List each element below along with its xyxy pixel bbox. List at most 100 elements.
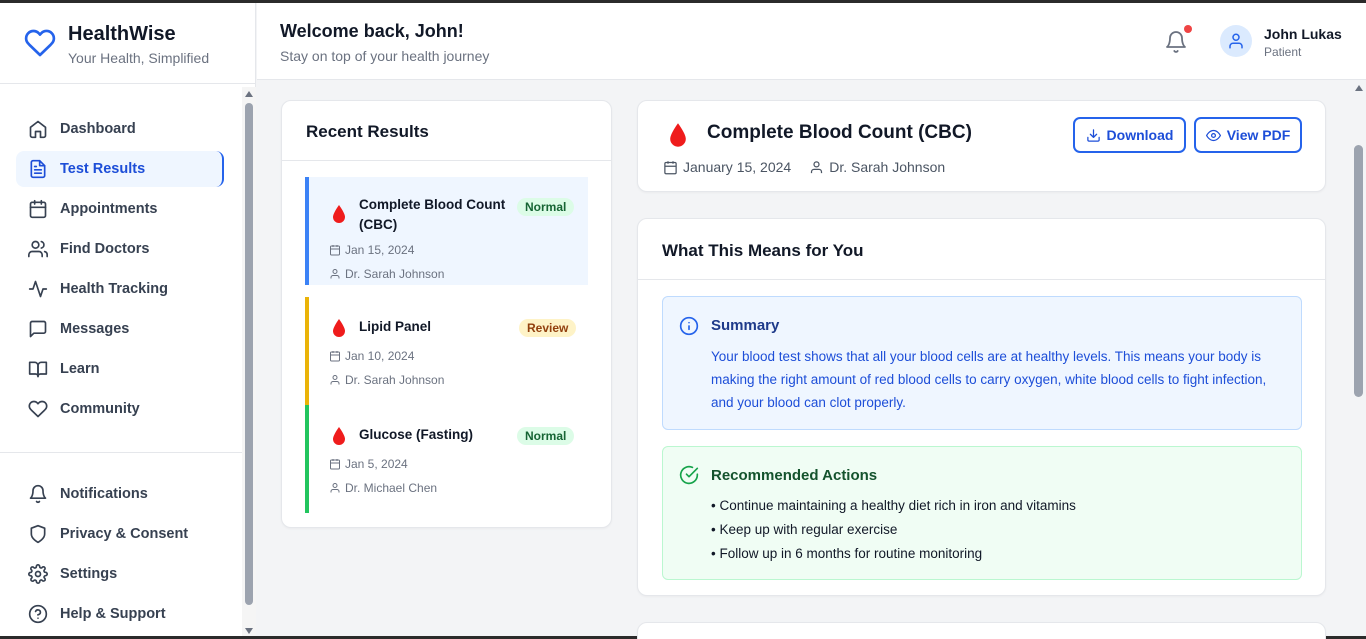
main-scroll-thumb[interactable] bbox=[1354, 145, 1363, 397]
help-icon bbox=[28, 604, 48, 624]
calendar-icon bbox=[28, 199, 48, 219]
calendar-icon bbox=[330, 459, 340, 470]
sidebar-item-label: Learn bbox=[60, 361, 100, 377]
blood-drop-icon bbox=[333, 319, 345, 337]
sidebar-item-label: Notifications bbox=[60, 486, 148, 502]
top-header: Welcome back, John! Stay on top of your … bbox=[257, 3, 1366, 80]
person-icon bbox=[811, 160, 823, 173]
shield-icon bbox=[28, 524, 48, 544]
sidebar-scroll-thumb[interactable] bbox=[245, 103, 253, 605]
sidebar-item-label: Find Doctors bbox=[60, 241, 150, 257]
recent-results-title: Recent Results bbox=[306, 122, 429, 141]
recommended-actions-box: Recommended Actions • Continue maintaini… bbox=[662, 446, 1302, 580]
status-badge: Review bbox=[519, 319, 577, 337]
result-item-cbc[interactable]: Complete Blood Count (CBC) Normal Jan 15… bbox=[305, 177, 588, 285]
sidebar-item-dashboard[interactable]: Dashboard bbox=[16, 111, 224, 147]
scroll-down-arrow-icon[interactable] bbox=[245, 628, 253, 634]
list-item: • Follow up in 6 months for routine moni… bbox=[711, 546, 983, 561]
person-icon bbox=[330, 375, 340, 385]
sidebar-item-label: Dashboard bbox=[60, 121, 136, 137]
scroll-up-arrow-icon[interactable] bbox=[245, 91, 253, 97]
result-date: Jan 15, 2024 bbox=[329, 243, 414, 257]
eye-icon bbox=[1205, 129, 1221, 141]
result-name: Glucose (Fasting) bbox=[359, 427, 474, 442]
sidebar-scrollbar[interactable] bbox=[242, 87, 256, 636]
download-button[interactable]: Download bbox=[1073, 117, 1186, 153]
result-date: Jan 10, 2024 bbox=[329, 349, 414, 363]
sidebar-divider bbox=[0, 452, 242, 453]
message-icon bbox=[28, 319, 48, 339]
gear-icon bbox=[28, 564, 48, 584]
recent-results-card: Recent Results Complete Blood Count (CBC… bbox=[281, 100, 612, 528]
blood-drop-icon bbox=[333, 205, 345, 223]
list-item: • Continue maintaining a healthy diet ri… bbox=[711, 498, 1076, 513]
app-root: HealthWise Your Health, Simplified Dashb… bbox=[0, 3, 1366, 639]
user-icon bbox=[1229, 33, 1243, 49]
result-date: Jan 5, 2024 bbox=[329, 457, 408, 471]
next-card-partial bbox=[637, 622, 1326, 639]
notification-dot bbox=[1184, 25, 1192, 33]
sidebar-item-messages[interactable]: Messages bbox=[16, 311, 224, 347]
sidebar-item-label: Settings bbox=[60, 566, 118, 582]
blood-drop-icon bbox=[333, 427, 345, 445]
result-name: Lipid Panel bbox=[359, 319, 432, 334]
detail-date-text: January 15, 2024 bbox=[683, 159, 792, 175]
result-doctor: Dr. Sarah Johnson bbox=[329, 373, 444, 387]
means-title: What This Means for You bbox=[662, 241, 864, 260]
sidebar: HealthWise Your Health, Simplified Dashb… bbox=[0, 3, 256, 636]
scroll-up-arrow-icon[interactable] bbox=[1355, 85, 1363, 91]
sidebar-item-label: Help & Support bbox=[60, 606, 166, 622]
sidebar-item-find-doctors[interactable]: Find Doctors bbox=[16, 231, 224, 267]
sidebar-item-label: Appointments bbox=[60, 201, 158, 217]
detail-doctor-text: Dr. Sarah Johnson bbox=[829, 159, 946, 175]
result-item-glucose[interactable]: Glucose (Fasting) Normal Jan 5, 2024 Dr.… bbox=[305, 405, 588, 513]
sidebar-item-settings[interactable]: Settings bbox=[16, 556, 224, 592]
home-icon bbox=[28, 119, 48, 139]
sidebar-item-learn[interactable]: Learn bbox=[16, 351, 224, 387]
view-pdf-button[interactable]: View PDF bbox=[1194, 117, 1302, 153]
brand-name: HealthWise bbox=[68, 23, 176, 45]
bell-icon bbox=[28, 484, 48, 504]
calendar-icon bbox=[330, 351, 340, 362]
user-role: Patient bbox=[1264, 45, 1302, 59]
result-item-lipid[interactable]: Lipid Panel Review Jan 10, 2024 Dr. Sara… bbox=[305, 297, 588, 405]
summary-body: Your blood test shows that all your bloo… bbox=[711, 349, 1267, 410]
sidebar-item-label: Messages bbox=[60, 321, 130, 337]
download-label: Download bbox=[1106, 127, 1174, 143]
summary-box: Summary Your blood test shows that all y… bbox=[662, 296, 1302, 430]
calendar-icon bbox=[330, 245, 340, 256]
person-icon bbox=[330, 269, 340, 279]
view-pdf-label: View PDF bbox=[1226, 127, 1291, 143]
sidebar-item-help[interactable]: Help & Support bbox=[16, 596, 224, 632]
detail-doctor: Dr. Sarah Johnson bbox=[809, 159, 945, 175]
sidebar-nav: Dashboard Test Results Appointments Find… bbox=[0, 87, 242, 636]
notification-bell-icon[interactable] bbox=[1164, 30, 1188, 54]
person-icon bbox=[330, 483, 340, 493]
sidebar-item-health-tracking[interactable]: Health Tracking bbox=[16, 271, 224, 307]
result-doctor: Dr. Sarah Johnson bbox=[329, 267, 444, 281]
check-circle-icon bbox=[679, 465, 699, 485]
sidebar-item-test-results[interactable]: Test Results bbox=[16, 151, 224, 187]
avatar[interactable] bbox=[1220, 25, 1252, 57]
divider bbox=[282, 160, 611, 161]
activity-icon bbox=[28, 279, 48, 299]
result-date-text: Jan 10, 2024 bbox=[345, 349, 415, 363]
result-name: Complete Blood Count (CBC) bbox=[359, 197, 506, 232]
sidebar-item-appointments[interactable]: Appointments bbox=[16, 191, 224, 227]
sidebar-item-privacy[interactable]: Privacy & Consent bbox=[16, 516, 224, 552]
status-badge: Normal bbox=[517, 198, 575, 216]
detail-title: Complete Blood Count (CBC) bbox=[707, 122, 972, 143]
main-scrollbar[interactable] bbox=[1352, 81, 1366, 636]
book-icon bbox=[28, 359, 48, 379]
sidebar-item-label: Test Results bbox=[60, 161, 146, 177]
sidebar-item-label: Community bbox=[60, 401, 140, 417]
detail-date: January 15, 2024 bbox=[663, 159, 791, 175]
download-icon bbox=[1086, 128, 1100, 142]
sidebar-item-community[interactable]: Community bbox=[16, 391, 224, 427]
actions-list: • Continue maintaining a healthy diet ri… bbox=[711, 494, 1076, 566]
brand: HealthWise Your Health, Simplified bbox=[0, 3, 255, 84]
welcome-heading: Welcome back, John! bbox=[280, 21, 464, 41]
sidebar-item-notifications[interactable]: Notifications bbox=[16, 476, 224, 512]
heart-logo-icon bbox=[24, 29, 56, 57]
users-icon bbox=[28, 239, 48, 259]
